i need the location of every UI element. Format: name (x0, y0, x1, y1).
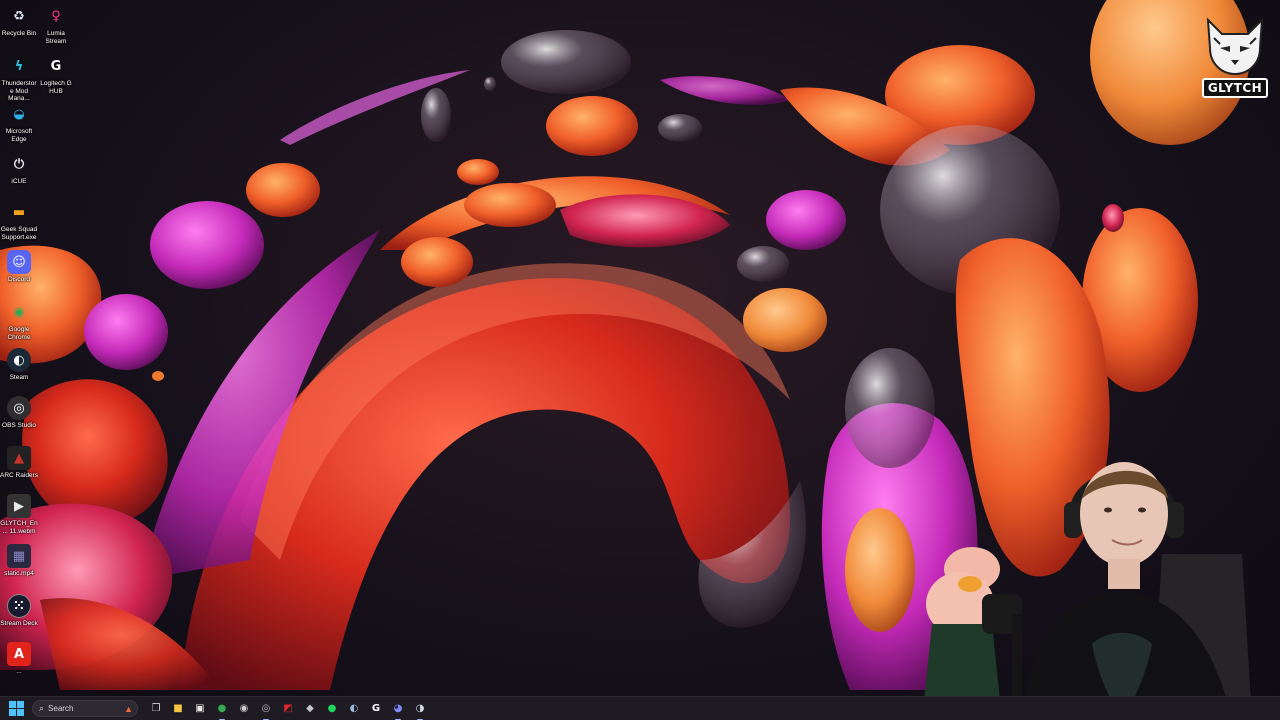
icue-icon: ⏻ (13, 156, 25, 172)
desktop-icon-label: Thunderstore Mod Mana... (1, 80, 37, 102)
thunderstore-icon: ϟ (14, 58, 24, 74)
taskbar-app-file-explorer[interactable]: ■ (168, 699, 188, 719)
discord-icon: ◕ (393, 703, 403, 714)
taskbar-app-task-view[interactable]: ❐ (146, 699, 166, 719)
spotify-icon: ● (327, 703, 337, 714)
adobe-icon: ◆ (306, 703, 314, 714)
desktop-icon-obs-studio[interactable]: ◎ OBS Studio (0, 396, 38, 430)
steam-icon: ◐ (7, 348, 31, 372)
steam-icon: ◑ (415, 703, 425, 714)
search-label: Search (48, 704, 74, 713)
chrome-icon: ◉ (13, 304, 25, 320)
steam-icon: ◐ (349, 703, 359, 714)
logitech-g-icon: G (371, 703, 381, 714)
obs-icon: ◎ (7, 396, 31, 420)
desktop-icon-acrobat[interactable]: A ... (0, 642, 38, 676)
desktop-icon-label: Stream Deck (0, 620, 38, 627)
desktop-icon-steam[interactable]: ◐ Steam (0, 348, 38, 382)
icue-icon: ◉ (239, 703, 249, 714)
folder-icon: ■ (173, 703, 183, 714)
start-button[interactable] (6, 699, 26, 719)
desktop-icon-arc-raiders[interactable]: ▲ ARC Raiders (0, 446, 38, 480)
desktop-icon-grid: ♻ Recycle Bin ♀ Lumia Stream ϟ Thunderst… (0, 0, 80, 690)
taskbar-app-amd[interactable]: ◩ (278, 699, 298, 719)
desktop-icon-stream-deck[interactable]: ⁙ Stream Deck (0, 594, 38, 628)
video-file-icon: ▦ (7, 544, 31, 568)
geek-squad-icon: ▬ (12, 204, 26, 220)
taskbar-app-icue[interactable]: ◉ (234, 699, 254, 719)
taskbar-pinned-apps: ❐ ■ ▣ ● ◉ ◎ ◩ ◆ ● ◐ G ◕ ◑ (144, 699, 430, 720)
taskbar-app-discord[interactable]: ◕ (388, 699, 408, 720)
desktop-icon-discord[interactable]: ☺ Discord (0, 250, 38, 284)
desktop-icon-static-file[interactable]: ▦ static.mp4 (0, 544, 38, 578)
desktop-icon-label: Lumia Stream (45, 30, 67, 45)
taskbar-app-chrome[interactable]: ● (212, 699, 232, 720)
taskbar-app-obs[interactable]: ◎ (256, 699, 276, 720)
obs-icon: ◎ (261, 703, 271, 714)
desktop-icon-icue[interactable]: ⏻ iCUE (0, 152, 38, 186)
arc-raiders-icon: ▲ (7, 446, 31, 470)
taskbar-app-spotify[interactable]: ● (322, 699, 342, 719)
desktop-icon-geek-squad[interactable]: ▬ Geek Squad Support.exe (0, 200, 38, 241)
logo-wordmark: GLYTCH (1202, 78, 1268, 98)
desktop-icon-label: Logitech G HUB (40, 80, 72, 95)
fox-mascot-icon (1206, 17, 1264, 76)
desktop-icon-microsoft-edge[interactable]: ◒ Microsoft Edge (0, 102, 38, 143)
desktop-icon-label: Google Chrome (7, 326, 31, 341)
desktop-icon-label: Steam (9, 374, 29, 381)
desktop-icon-glytch-file[interactable]: ▶ GLYTCH_En... 11.webm (0, 494, 38, 535)
logitech-g-icon: G (50, 58, 62, 74)
desktop-icon-label: Discord (7, 276, 31, 283)
stream-deck-icon: ⁙ (7, 594, 31, 618)
desktop-icon-label: ... (16, 668, 22, 675)
desktop-icon-label: GLYTCH_En... 11.webm (0, 520, 38, 535)
webcam-overlay (912, 444, 1280, 720)
glytch-logo: GLYTCH (1200, 14, 1270, 102)
acrobat-icon: A (7, 642, 31, 666)
desktop-icon-thunderstore[interactable]: ϟ Thunderstore Mod Mana... (0, 54, 38, 103)
desktop-icon-recycle-bin[interactable]: ♻ Recycle Bin (0, 4, 38, 38)
taskbar-app-logitech[interactable]: G (366, 699, 386, 719)
task-view-icon: ❐ (151, 703, 161, 714)
desktop-icon-label: Microsoft Edge (5, 128, 33, 143)
recycle-bin-icon: ♻ (13, 8, 25, 24)
desktop-icon-label: Geek Squad Support.exe (0, 226, 38, 241)
taskbar-app-adobe[interactable]: ◆ (300, 699, 320, 719)
desktop-icon-label: static.mp4 (4, 570, 34, 577)
desktop-icon-label: OBS Studio (2, 422, 36, 429)
desktop-icon-google-chrome[interactable]: ◉ Google Chrome (0, 300, 38, 341)
store-icon: ▣ (195, 703, 205, 714)
streamer-webcam-feed (922, 462, 1252, 720)
chrome-icon: ● (217, 703, 227, 714)
desktop-icon-label: ARC Raiders (0, 472, 38, 479)
taskbar-search-box[interactable]: ⌕ Search ▲ (32, 700, 138, 717)
desktop-icon-label: Recycle Bin (1, 30, 37, 37)
desktop-icon-logitech-g-hub[interactable]: G Logitech G HUB (37, 54, 75, 95)
amd-icon: ◩ (283, 703, 293, 714)
taskbar: ⌕ Search ▲ ❐ ■ ▣ ● ◉ ◎ ◩ ◆ ● ◐ G ◕ ◑ (0, 696, 1280, 720)
lumia-icon: ♀ (51, 8, 61, 24)
discord-icon: ☺ (7, 250, 31, 274)
windows-logo-icon (8, 701, 16, 708)
desktop-icon-lumia-stream[interactable]: ♀ Lumia Stream (37, 4, 75, 45)
taskbar-app-steam[interactable]: ◐ (344, 699, 364, 719)
taskbar-app-steam-2[interactable]: ◑ (410, 699, 430, 720)
search-icon: ⌕ (39, 703, 45, 713)
taskbar-app-microsoft-store[interactable]: ▣ (190, 699, 210, 719)
desktop-icon-label: iCUE (11, 178, 27, 185)
video-file-icon: ▶ (7, 494, 31, 518)
search-highlight-icon: ▲ (124, 703, 133, 714)
edge-icon: ◒ (13, 106, 25, 122)
